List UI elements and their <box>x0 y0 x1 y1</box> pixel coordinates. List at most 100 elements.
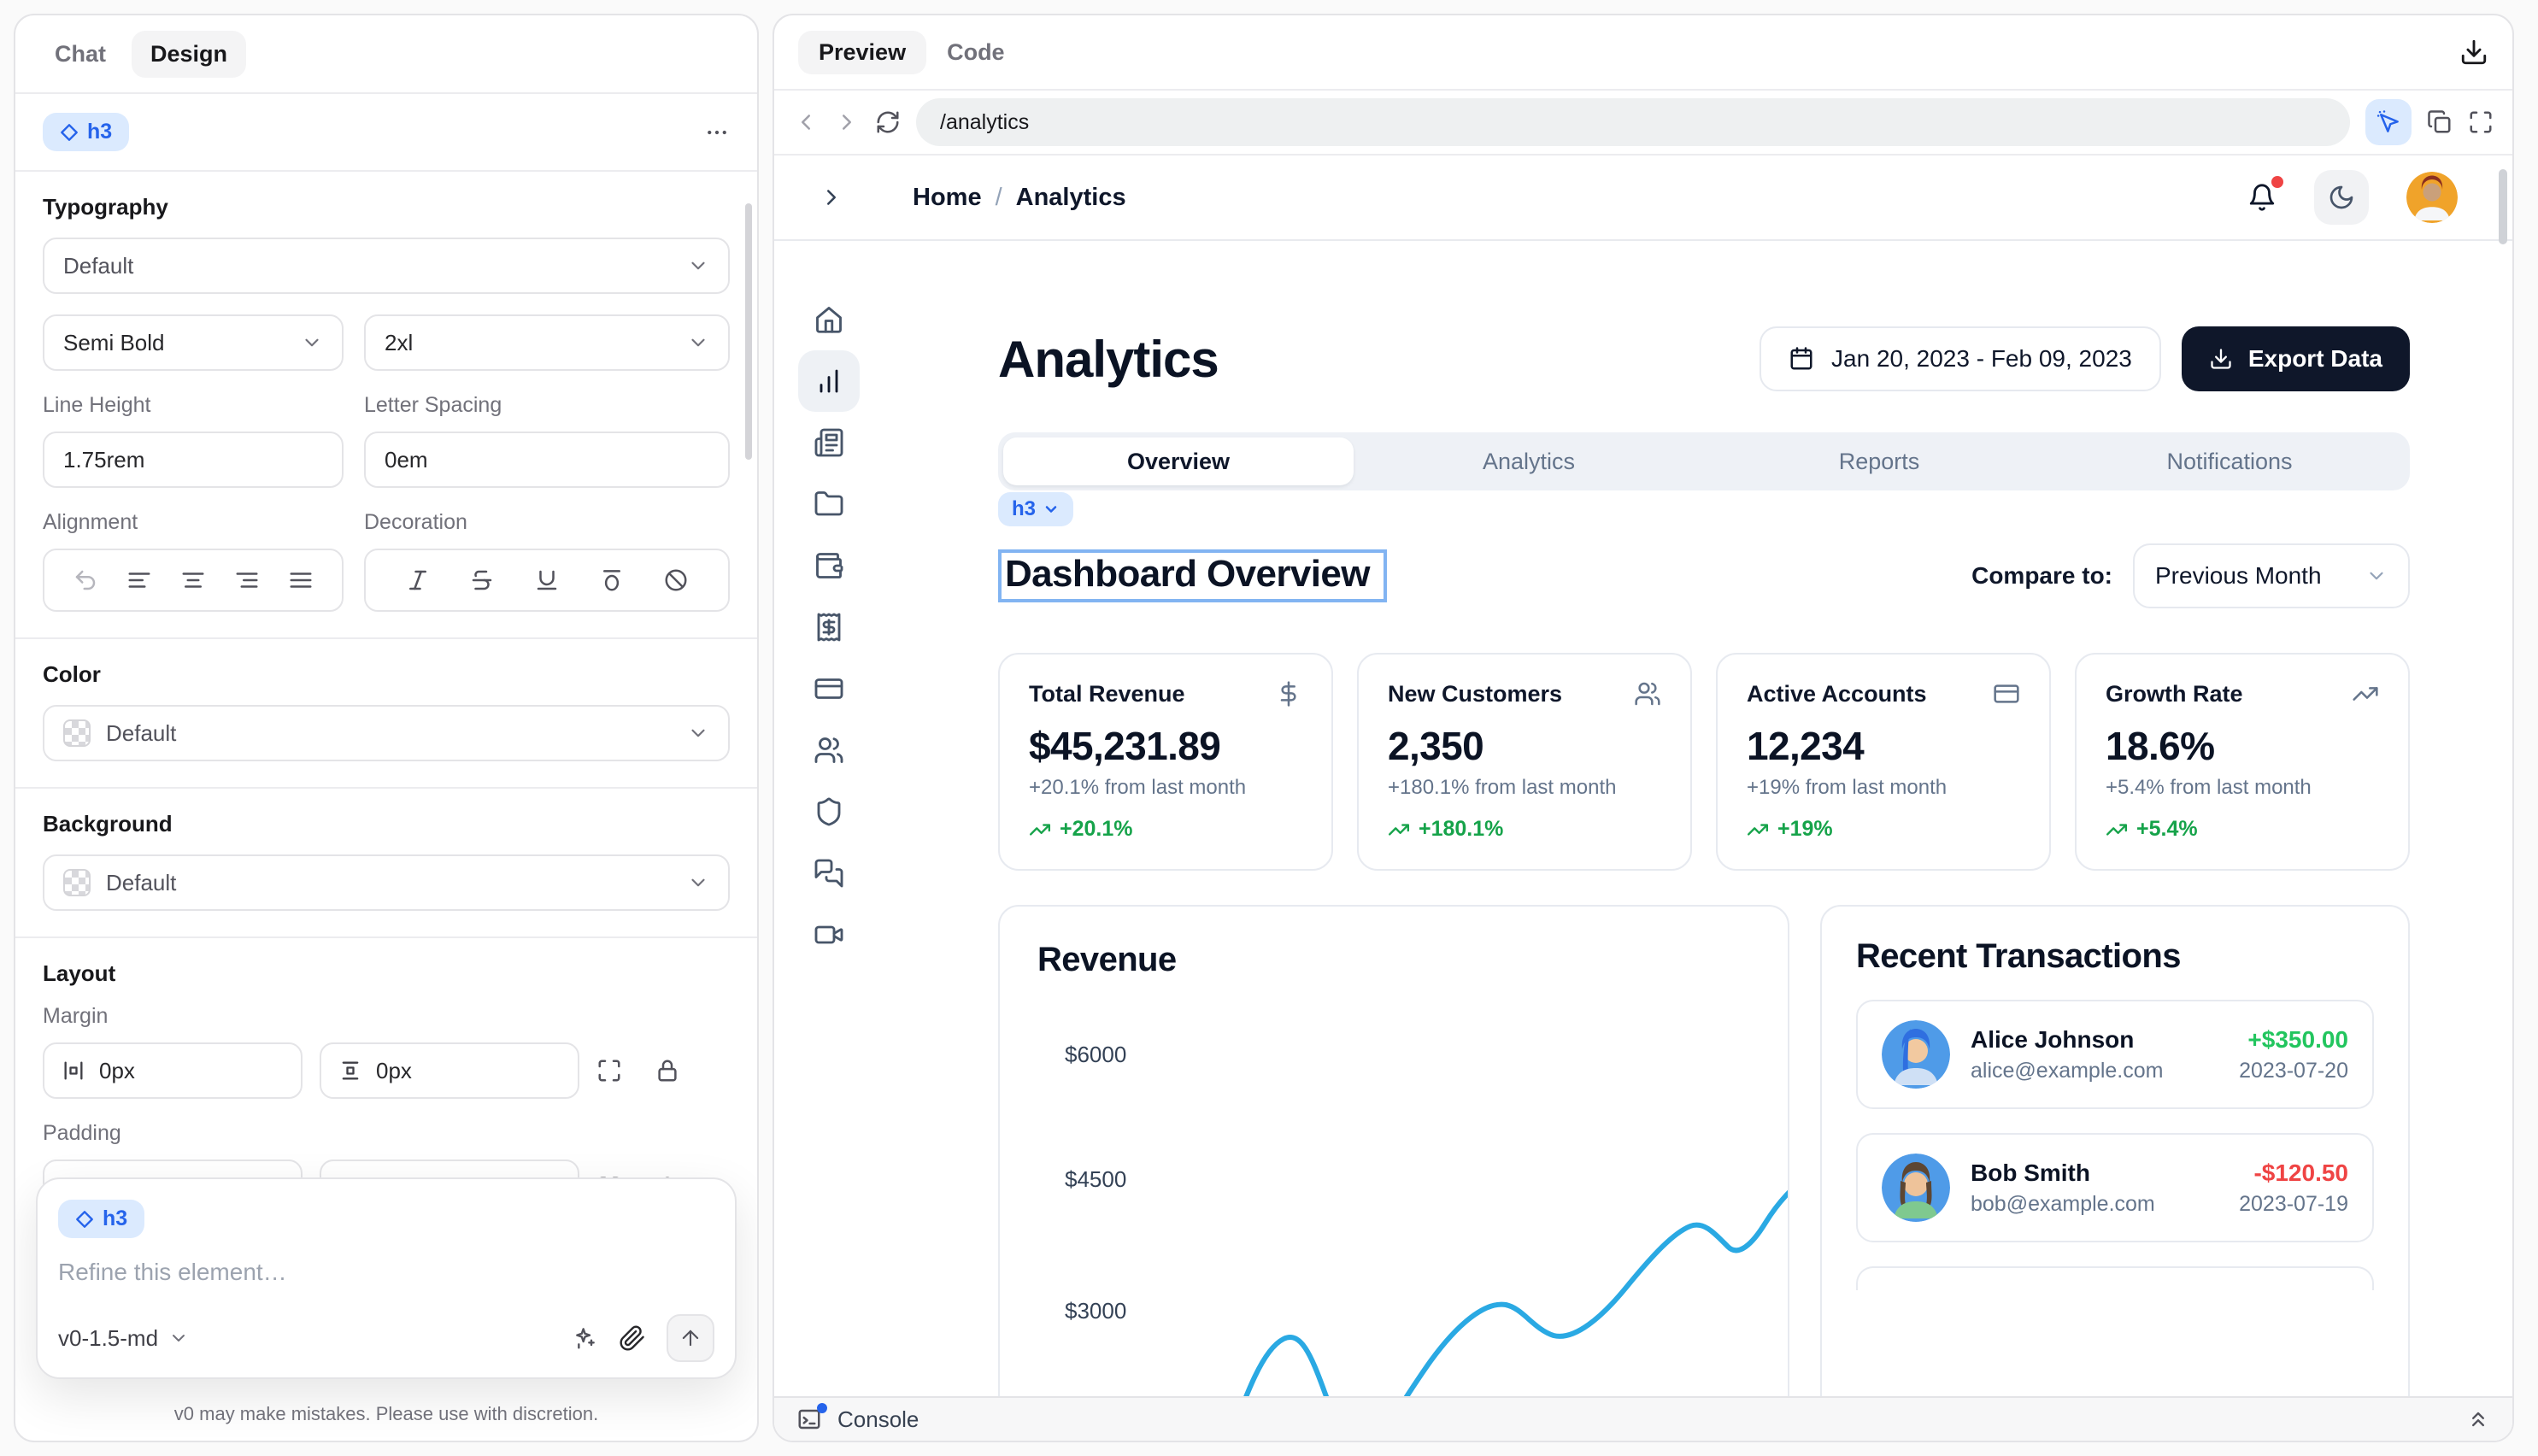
tab-chat[interactable]: Chat <box>36 31 125 78</box>
download-icon[interactable] <box>2459 38 2488 67</box>
folder-icon[interactable] <box>798 473 860 535</box>
padding-label: Padding <box>43 1121 730 1146</box>
moon-icon[interactable] <box>2314 170 2369 225</box>
margin-y-input[interactable]: 0px <box>320 1042 579 1099</box>
background-section: Background Default <box>15 789 757 938</box>
background-select[interactable]: Default <box>43 854 730 911</box>
cursor-sparkle-icon[interactable] <box>2365 99 2412 145</box>
compare-label: Compare to: <box>1971 562 2112 590</box>
tab-overview[interactable]: Overview <box>1003 437 1354 485</box>
align-right-icon[interactable] <box>234 567 260 593</box>
align-justify-icon[interactable] <box>288 567 314 593</box>
revenue-line-chart: $6000 $4500 $3000 <box>1000 907 1788 1441</box>
element-tag-chip[interactable]: h3 <box>998 492 1073 526</box>
font-family-select[interactable]: Default <box>43 238 730 294</box>
copy-icon[interactable] <box>2427 109 2453 135</box>
trending-up-icon <box>2352 680 2379 707</box>
bar-chart-icon[interactable] <box>798 350 860 412</box>
overline-icon[interactable] <box>599 567 625 593</box>
users-icon[interactable] <box>798 719 860 781</box>
selected-heading[interactable]: Dashboard Overview <box>998 549 1387 602</box>
diamond-icon <box>75 1210 94 1229</box>
design-panel-scrollbar[interactable] <box>745 203 752 460</box>
forward-icon[interactable] <box>834 109 860 135</box>
dashboard-tabs: Overview Analytics Reports Notifications <box>998 432 2410 490</box>
preview-scrollbar[interactable] <box>2499 169 2507 244</box>
video-icon[interactable] <box>798 904 860 966</box>
breadcrumb-home[interactable]: Home <box>913 184 982 212</box>
font-weight-select[interactable]: Semi Bold <box>43 314 344 371</box>
chevrons-up-icon[interactable] <box>2466 1407 2490 1431</box>
refine-composer: h3 Refine this element… v0-1.5-md <box>36 1177 737 1379</box>
tab-code[interactable]: Code <box>926 31 1025 74</box>
refresh-icon[interactable] <box>875 109 901 135</box>
messages-icon[interactable] <box>798 842 860 904</box>
background-label: Background <box>43 811 730 837</box>
font-size-select[interactable]: 2xl <box>364 314 730 371</box>
transaction-row[interactable]: Alice Johnson alice@example.com +$350.00… <box>1856 1000 2374 1109</box>
margin-vertical-icon <box>338 1059 362 1083</box>
align-center-icon[interactable] <box>180 567 206 593</box>
preview-panel: Preview Code /analytics Home / Analytics <box>773 14 2514 1442</box>
line-height-input[interactable]: 1.75rem <box>43 432 344 488</box>
revenue-line-path <box>1000 907 1789 1441</box>
model-selector[interactable]: v0-1.5-md <box>58 1325 189 1352</box>
shield-icon[interactable] <box>798 781 860 842</box>
console-bar[interactable]: Console <box>774 1396 2512 1441</box>
stat-card-growth-rate: Growth Rate 18.6% +5.4% from last month … <box>2075 653 2410 871</box>
ellipsis-icon[interactable] <box>704 120 730 145</box>
wallet-icon[interactable] <box>798 535 860 596</box>
preview-header: Preview Code <box>774 15 2512 91</box>
trending-up-icon <box>1747 819 1769 841</box>
send-button[interactable] <box>667 1314 714 1362</box>
breadcrumb-current: Analytics <box>1016 184 1126 212</box>
home-icon[interactable] <box>798 289 860 350</box>
tab-notifications[interactable]: Notifications <box>2054 437 2405 485</box>
calendar-icon <box>1789 346 1814 372</box>
transactions-card: Recent Transactions Alice Johnson alice@… <box>1820 905 2410 1441</box>
user-avatar[interactable] <box>2406 172 2458 223</box>
chevron-down-icon <box>687 872 709 894</box>
layout-label: Layout <box>43 960 730 987</box>
tab-analytics[interactable]: Analytics <box>1354 437 1704 485</box>
compare-select[interactable]: Previous Month <box>2133 543 2410 608</box>
composer-input[interactable]: Refine this element… <box>58 1259 714 1286</box>
url-input[interactable]: /analytics <box>916 98 2350 146</box>
italic-icon[interactable] <box>405 567 431 593</box>
credit-card-icon[interactable] <box>798 658 860 719</box>
export-data-button[interactable]: Export Data <box>2182 326 2410 391</box>
back-icon[interactable] <box>793 109 819 135</box>
tab-reports[interactable]: Reports <box>1704 437 2054 485</box>
chevron-down-icon <box>168 1328 189 1348</box>
color-select[interactable]: Default <box>43 705 730 761</box>
trending-up-icon <box>1029 819 1051 841</box>
align-left-icon[interactable] <box>126 567 152 593</box>
newspaper-icon[interactable] <box>798 412 860 473</box>
tab-design[interactable]: Design <box>132 31 246 78</box>
margin-expand-icon[interactable] <box>596 1058 637 1083</box>
fullscreen-icon[interactable] <box>2468 109 2494 135</box>
undo-icon[interactable] <box>73 567 98 593</box>
margin-x-input[interactable]: 0px <box>43 1042 303 1099</box>
chevron-down-icon <box>687 722 709 744</box>
selected-element-row: h3 <box>15 94 757 172</box>
date-range-picker[interactable]: Jan 20, 2023 - Feb 09, 2023 <box>1760 326 2161 391</box>
letter-spacing-input[interactable]: 0em <box>364 432 730 488</box>
paperclip-icon[interactable] <box>619 1324 646 1352</box>
strikethrough-icon[interactable] <box>469 567 495 593</box>
alignment-group <box>43 549 344 612</box>
element-chip[interactable]: h3 <box>43 113 129 151</box>
receipt-icon[interactable] <box>798 596 860 658</box>
dashboard-main: Analytics Jan 20, 2023 - Feb 09, 2023 Ex… <box>884 241 2512 1441</box>
sparkles-icon[interactable] <box>571 1324 598 1352</box>
none-decoration-icon[interactable] <box>663 567 689 593</box>
credit-card-icon <box>1993 680 2020 707</box>
composer-element-chip[interactable]: h3 <box>58 1200 144 1238</box>
panel-open-icon[interactable] <box>819 185 844 210</box>
bell-icon[interactable] <box>2247 183 2277 212</box>
margin-lock-icon[interactable] <box>655 1058 696 1083</box>
chevron-down-icon <box>2365 565 2388 587</box>
transaction-row[interactable]: Bob Smith bob@example.com -$120.50 2023-… <box>1856 1133 2374 1242</box>
underline-icon[interactable] <box>534 567 560 593</box>
tab-preview[interactable]: Preview <box>798 31 926 74</box>
